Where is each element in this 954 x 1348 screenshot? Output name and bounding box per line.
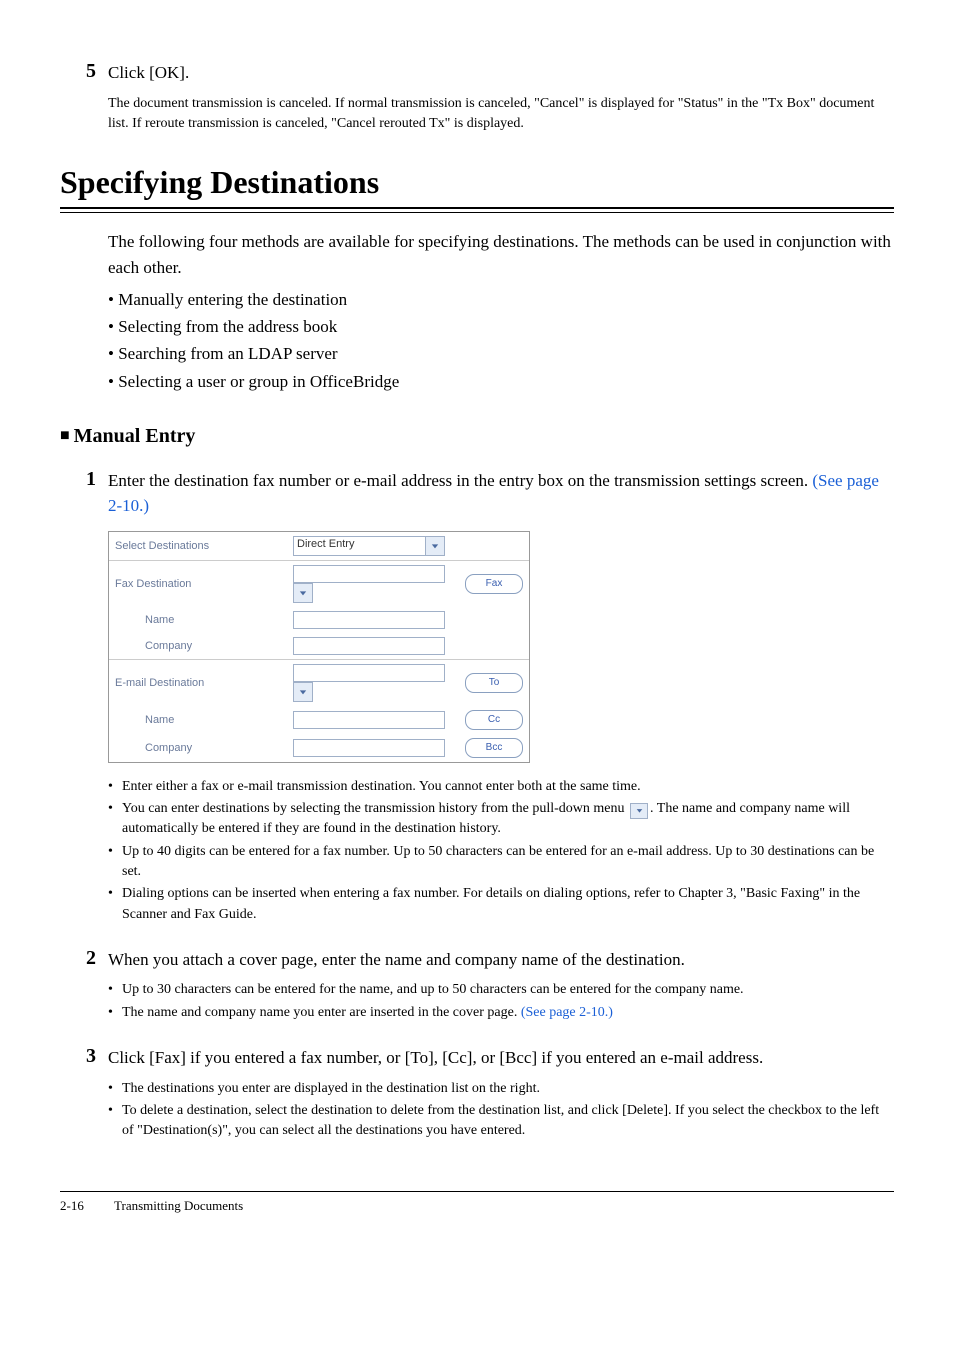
list-item: Enter either a fax or e-mail transmissio… (122, 777, 894, 797)
to-button[interactable]: To (465, 673, 523, 693)
fax-destination-input[interactable] (293, 565, 445, 583)
step-2-notes: •Up to 30 characters can be entered for … (108, 980, 894, 1023)
step-number: 5 (60, 60, 108, 86)
chevron-down-icon (630, 803, 648, 819)
list-item: Manually entering the destination (108, 286, 894, 313)
step-1-notes: •Enter either a fax or e-mail transmissi… (108, 777, 894, 925)
fax-company-label: Company (109, 633, 287, 660)
page-footer: 2-16 Transmitting Documents (60, 1191, 894, 1214)
email-destination-input[interactable] (293, 664, 445, 682)
section-intro: The following four methods are available… (108, 229, 894, 280)
subsection-title: Manual Entry (60, 425, 894, 448)
email-destination-label: E-mail Destination (109, 659, 287, 706)
section-rule (60, 207, 894, 213)
direct-entry-value: Direct Entry (294, 537, 425, 555)
email-name-input[interactable] (293, 711, 445, 729)
destinations-panel: Select Destinations Direct Entry Fax Des… (108, 531, 530, 763)
select-destinations-label: Select Destinations (109, 532, 287, 561)
fax-history-dropdown[interactable] (293, 583, 313, 603)
chevron-down-icon (425, 537, 444, 555)
email-name-label: Name (109, 706, 287, 734)
method-list: Manually entering the destination Select… (108, 286, 894, 395)
list-item: You can enter destinations by selecting … (122, 799, 894, 840)
bcc-button[interactable]: Bcc (465, 738, 523, 758)
list-item: Up to 40 digits can be entered for a fax… (122, 842, 894, 883)
fax-button[interactable]: Fax (465, 574, 523, 594)
list-item: Searching from an LDAP server (108, 340, 894, 367)
email-company-label: Company (109, 734, 287, 762)
step-5-note: The document transmission is canceled. I… (108, 94, 894, 135)
list-item: The name and company name you enter are … (122, 1003, 894, 1023)
footer-title: Transmitting Documents (114, 1198, 243, 1214)
list-item: Up to 30 characters can be entered for t… (122, 980, 894, 1000)
cc-button[interactable]: Cc (465, 710, 523, 730)
list-item: To delete a destination, select the dest… (122, 1101, 894, 1142)
fax-company-input[interactable] (293, 637, 445, 655)
step-1-text: Enter the destination fax number or e-ma… (108, 468, 894, 519)
direct-entry-select[interactable]: Direct Entry (293, 536, 445, 556)
step-3-notes: •The destinations you enter are displaye… (108, 1079, 894, 1142)
list-item: Dialing options can be inserted when ent… (122, 884, 894, 925)
list-item: The destinations you enter are displayed… (122, 1079, 894, 1099)
fax-destination-label: Fax Destination (109, 560, 287, 607)
step-5-text: Click [OK]. (108, 60, 894, 86)
step-2-text: When you attach a cover page, enter the … (108, 947, 894, 973)
step-number: 1 (60, 468, 108, 519)
step-number: 3 (60, 1045, 108, 1071)
list-item: Selecting from the address book (108, 313, 894, 340)
page-number: 2-16 (60, 1198, 114, 1214)
fax-name-input[interactable] (293, 611, 445, 629)
step-1-text-body: Enter the destination fax number or e-ma… (108, 471, 812, 490)
email-company-input[interactable] (293, 739, 445, 757)
step-3-text: Click [Fax] if you entered a fax number,… (108, 1045, 894, 1071)
page-link[interactable]: (See page 2-10.) (521, 1005, 613, 1020)
step-number: 2 (60, 947, 108, 973)
fax-name-label: Name (109, 607, 287, 633)
email-history-dropdown[interactable] (293, 682, 313, 702)
section-title: Specifying Destinations (60, 164, 894, 207)
list-item: Selecting a user or group in OfficeBridg… (108, 368, 894, 395)
